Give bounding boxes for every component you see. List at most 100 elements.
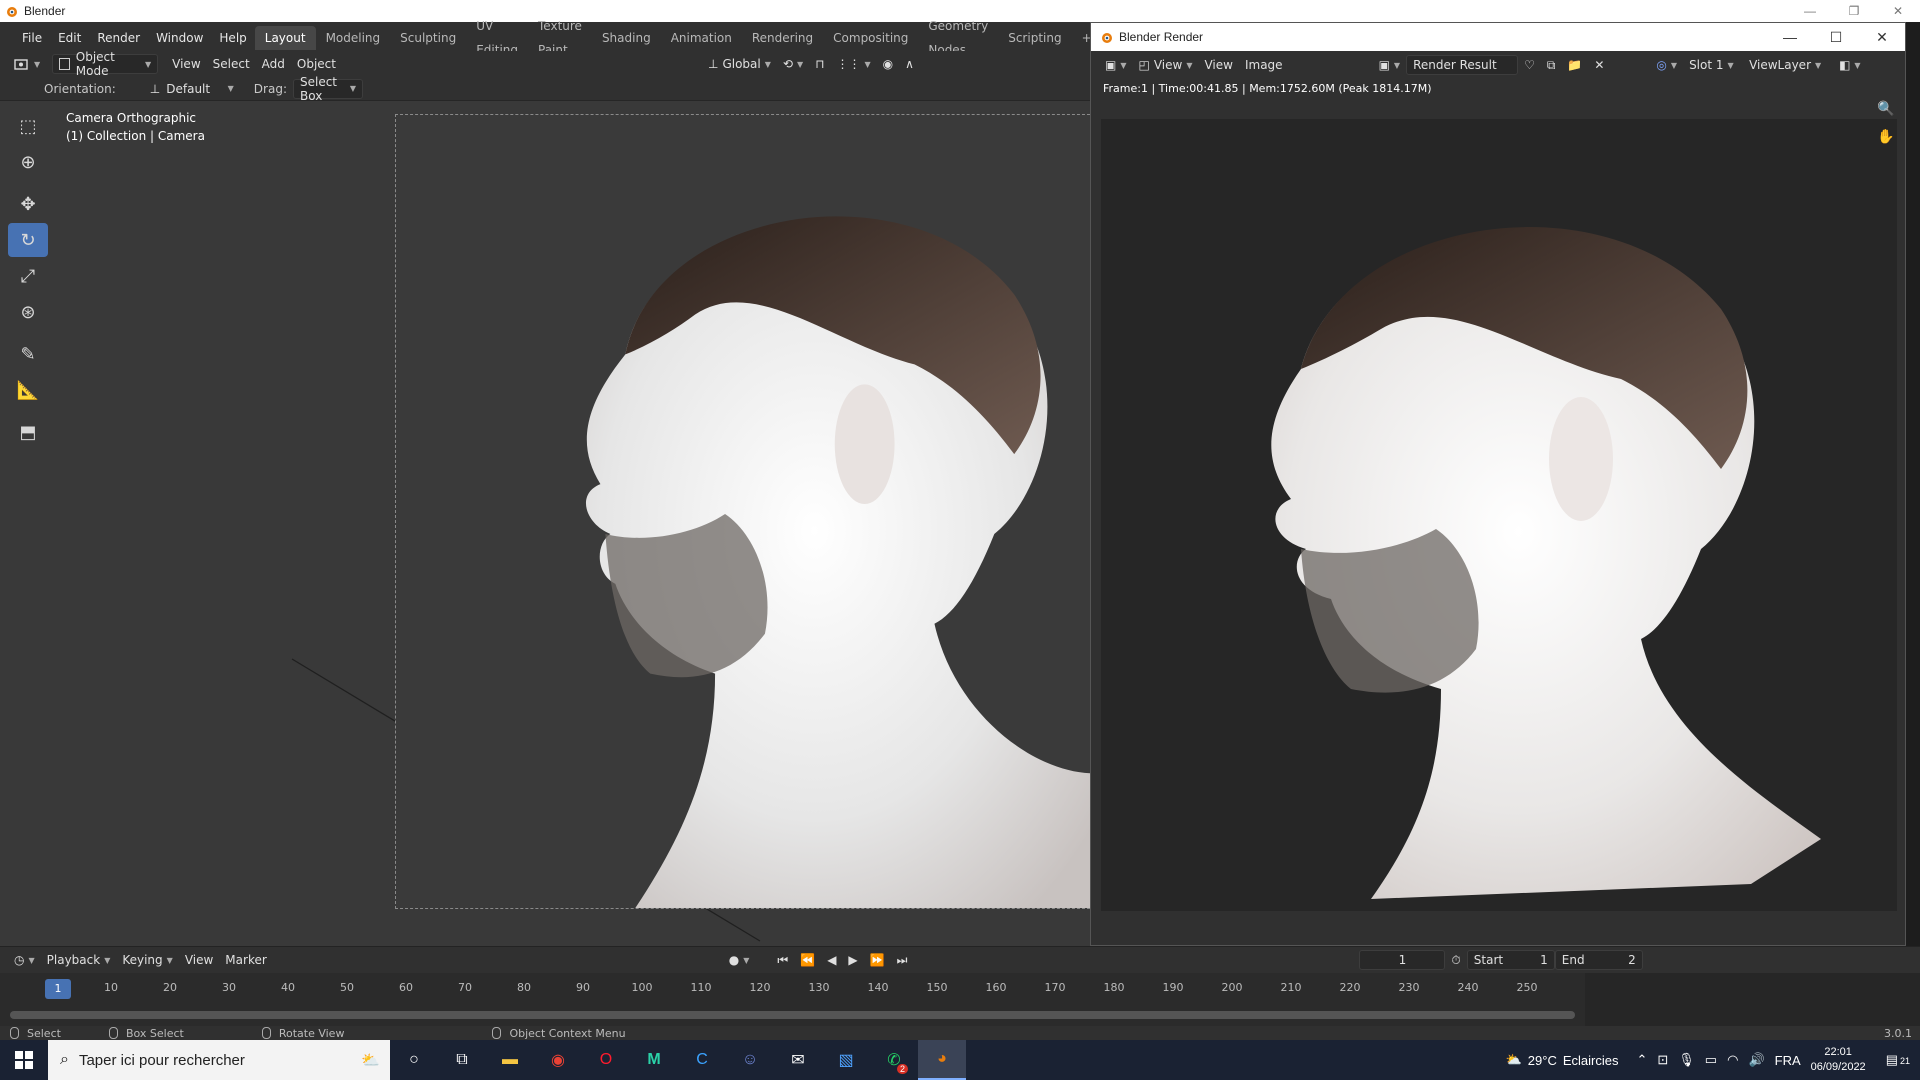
photos-icon[interactable]: ▧ [822,1040,870,1080]
notifications-icon[interactable]: ▤ 21 [1886,1052,1910,1068]
microphone-icon[interactable]: 🎙 [1678,1052,1695,1068]
jump-end-icon[interactable]: ⏭ [891,950,914,970]
timeline-menu-marker[interactable]: Marker [219,950,272,970]
pan-hand-icon[interactable]: ✋ [1877,129,1895,149]
menu-window[interactable]: Window [148,22,211,54]
c-app-icon[interactable]: C [678,1040,726,1080]
next-keyframe-icon[interactable]: ⏩ [864,950,891,970]
viewport-menu-add[interactable]: Add [256,54,291,74]
view-layer-dropdown[interactable]: ViewLayer ▼ [1743,55,1833,75]
clock[interactable]: 22:01 06/09/2022 [1811,1045,1866,1075]
tab-scripting[interactable]: Scripting [998,26,1071,50]
snap-target-icon[interactable]: ⋮⋮ ▼ [830,54,876,74]
auto-keying-icon[interactable]: ● ▼ [723,950,756,970]
prev-keyframe-icon[interactable]: ⏪ [794,950,821,970]
language-indicator[interactable]: FRA [1775,1053,1801,1068]
task-view-icon[interactable]: ⧉ [438,1040,486,1080]
menu-help[interactable]: Help [211,22,254,54]
play-reverse-icon[interactable]: ◀ [821,950,842,970]
image-editor-type-icon[interactable]: ▣ ▼ [1099,55,1133,75]
add-cube-tool-icon[interactable]: ⬒ [8,415,48,449]
close-icon[interactable]: ✕ [1876,0,1920,22]
discord-icon[interactable]: ☺ [726,1040,774,1080]
timeline-scrollbar[interactable] [10,1011,1575,1019]
minimize-icon[interactable]: — [1788,0,1832,22]
taskbar-search-box[interactable]: ⌕ Taper ici pour rechercher ⛅ [48,1040,390,1080]
render-close-icon[interactable]: ✕ [1859,23,1905,51]
weather-desc[interactable]: Eclaircies [1563,1053,1619,1068]
zoom-icon[interactable]: 🔍 [1877,101,1895,121]
tab-compositing[interactable]: Compositing [823,26,918,50]
editor-type-button[interactable]: ▼ [8,54,46,74]
render-minimize-icon[interactable]: — [1767,23,1813,51]
render-result-canvas[interactable] [1101,119,1897,911]
current-frame-indicator[interactable]: 1 [45,979,71,999]
tab-animation[interactable]: Animation [661,26,742,50]
image-browse-icon[interactable]: ▣ ▼ [1373,55,1407,75]
m-app-icon[interactable]: M [630,1040,678,1080]
image-view-dropdown[interactable]: ◰ View ▼ [1133,55,1199,75]
whatsapp-icon[interactable]: ✆ 2 [870,1040,918,1080]
image-menu-view[interactable]: View [1198,55,1238,75]
image-menu-image[interactable]: Image [1239,55,1289,75]
play-icon[interactable]: ▶ [842,950,863,970]
move-tool-icon[interactable]: ✥ [8,187,48,221]
tab-layout[interactable]: Layout [254,26,316,50]
opera-icon[interactable]: O [582,1040,630,1080]
blender-taskbar-icon[interactable]: ◕ [918,1040,966,1080]
falloff-icon[interactable]: ∧ [899,54,920,74]
timeline-editor-type-icon[interactable]: ◷ ▼ [8,950,41,970]
mode-dropdown[interactable]: Object Mode ▼ [52,50,159,78]
tab-modeling[interactable]: Modeling [316,26,391,50]
slot-dropdown[interactable]: Slot 1 ▼ [1683,55,1743,75]
fake-user-icon[interactable]: ♡ [1518,55,1541,75]
measure-tool-icon[interactable]: 📐 [8,373,48,407]
windows-start-icon[interactable] [0,1040,48,1080]
cortana-icon[interactable]: ○ [390,1040,438,1080]
select-box-tool-icon[interactable]: ⬚ [8,109,48,143]
tab-shading[interactable]: Shading [592,26,661,50]
tab-sculpting[interactable]: Sculpting [390,26,466,50]
file-explorer-icon[interactable]: ▬ [486,1040,534,1080]
timeline-ruler[interactable]: 1 10 20 30 40 50 60 70 80 90 100 110 120… [0,977,1585,1003]
tray-chevron-icon[interactable]: ⌃ [1636,1052,1647,1068]
viewport-menu-view[interactable]: View [166,54,206,74]
cursor-tool-icon[interactable]: ⊕ [8,145,48,179]
start-frame-field[interactable]: Start 1 [1466,950,1555,970]
viewport-menu-select[interactable]: Select [207,54,256,74]
end-frame-field[interactable]: End 2 [1554,950,1643,970]
drag-dropdown[interactable]: Select Box ▼ [292,75,363,103]
open-image-icon[interactable]: 📁 [1561,55,1588,75]
render-maximize-icon[interactable]: ☐ [1813,23,1859,51]
image-name-field[interactable]: Render Result [1406,55,1519,75]
new-image-icon[interactable]: ⧉ [1541,55,1562,75]
transform-orientation-dropdown[interactable]: ⊥ Global ▼ [702,54,777,74]
display-channels-icon[interactable]: ◧ ▼ [1833,55,1867,75]
current-frame-field[interactable]: 1 [1359,950,1446,970]
proportional-edit-icon[interactable]: ◉ [877,54,899,74]
tray-app-icon[interactable]: ⊡ [1657,1052,1668,1068]
transform-tool-icon[interactable]: ⊛ [8,295,48,329]
timeline-menu-playback[interactable]: Playback ▼ [41,950,117,970]
tab-rendering[interactable]: Rendering [742,26,823,50]
mail-icon[interactable]: ✉ [774,1040,822,1080]
restore-icon[interactable]: ❐ [1832,0,1876,22]
pivot-point-icon[interactable]: ⟲ ▼ [777,54,809,74]
rotate-tool-icon[interactable]: ↻ [8,223,48,257]
preview-range-icon[interactable]: ⏱ [1445,950,1466,970]
overlay-icon[interactable]: ◎ ▼ [1650,55,1683,75]
jump-start-icon[interactable]: ⏮ [771,950,794,970]
battery-icon[interactable]: ▭ [1705,1052,1717,1068]
annotate-tool-icon[interactable]: ✎ [8,337,48,371]
3d-viewport[interactable]: ⬚ ⊕ ✥ ↻ ⤢ ⊛ ✎ 📐 ⬒ Camera Orthographic (1… [0,101,1090,946]
viewport-menu-object[interactable]: Object [291,54,342,74]
unlink-image-icon[interactable]: ✕ [1588,55,1610,75]
timeline-menu-keying[interactable]: Keying ▼ [116,950,178,970]
orientation-dropdown[interactable]: ⊥ Default ▼ [144,79,240,99]
network-icon[interactable]: ◠ [1727,1052,1738,1068]
timeline-menu-view[interactable]: View [179,950,219,970]
chrome-icon[interactable]: ◉ [534,1040,582,1080]
snap-icon[interactable]: ⊓ [809,54,830,74]
scale-tool-icon[interactable]: ⤢ [8,259,48,293]
weather-temp[interactable]: 29°C [1528,1053,1557,1068]
